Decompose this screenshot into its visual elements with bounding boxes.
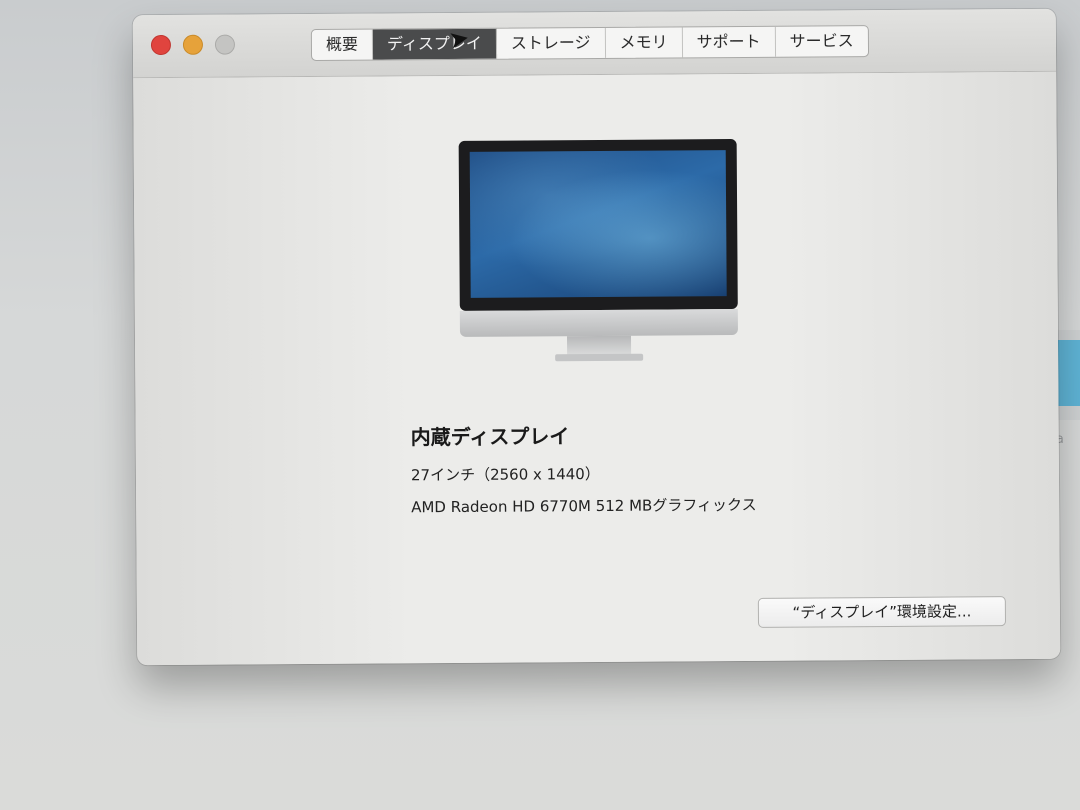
imac-bezel bbox=[458, 139, 738, 311]
tab-displays[interactable]: ディスプレイ bbox=[372, 28, 497, 60]
about-this-mac-window: 概要 ディスプレイ ストレージ メモリ サポート サービス ➤ 内蔵ディスプレイ… bbox=[132, 8, 1061, 666]
close-icon[interactable] bbox=[150, 34, 172, 56]
title-bar[interactable]: 概要 ディスプレイ ストレージ メモリ サポート サービス ➤ bbox=[132, 8, 1057, 79]
display-panel: 内蔵ディスプレイ 27インチ（2560 x 1440） AMD Radeon H… bbox=[133, 71, 1061, 666]
tab-support[interactable]: サポート bbox=[682, 26, 776, 58]
segmented-tab-control: 概要 ディスプレイ ストレージ メモリ サポート サービス bbox=[310, 25, 869, 61]
display-preferences-button[interactable]: “ディスプレイ”環境設定... bbox=[757, 596, 1007, 628]
tab-memory[interactable]: メモリ bbox=[605, 27, 683, 58]
graphics-card-info: AMD Radeon HD 6770M 512 MBグラフィックス bbox=[411, 495, 757, 517]
tab-overview[interactable]: 概要 bbox=[311, 29, 374, 60]
display-name: 内蔵ディスプレイ bbox=[410, 424, 570, 450]
imac-illustration bbox=[458, 139, 741, 371]
imac-foot bbox=[555, 353, 644, 362]
tab-storage[interactable]: ストレージ bbox=[496, 27, 606, 59]
minimize-icon[interactable] bbox=[182, 34, 204, 55]
tab-service[interactable]: サービス bbox=[775, 26, 867, 57]
imac-screen-wallpaper bbox=[469, 150, 727, 298]
apple-logo-icon bbox=[590, 313, 606, 329]
zoom-icon bbox=[214, 34, 236, 55]
display-size-resolution: 27インチ（2560 x 1440） bbox=[410, 464, 600, 485]
